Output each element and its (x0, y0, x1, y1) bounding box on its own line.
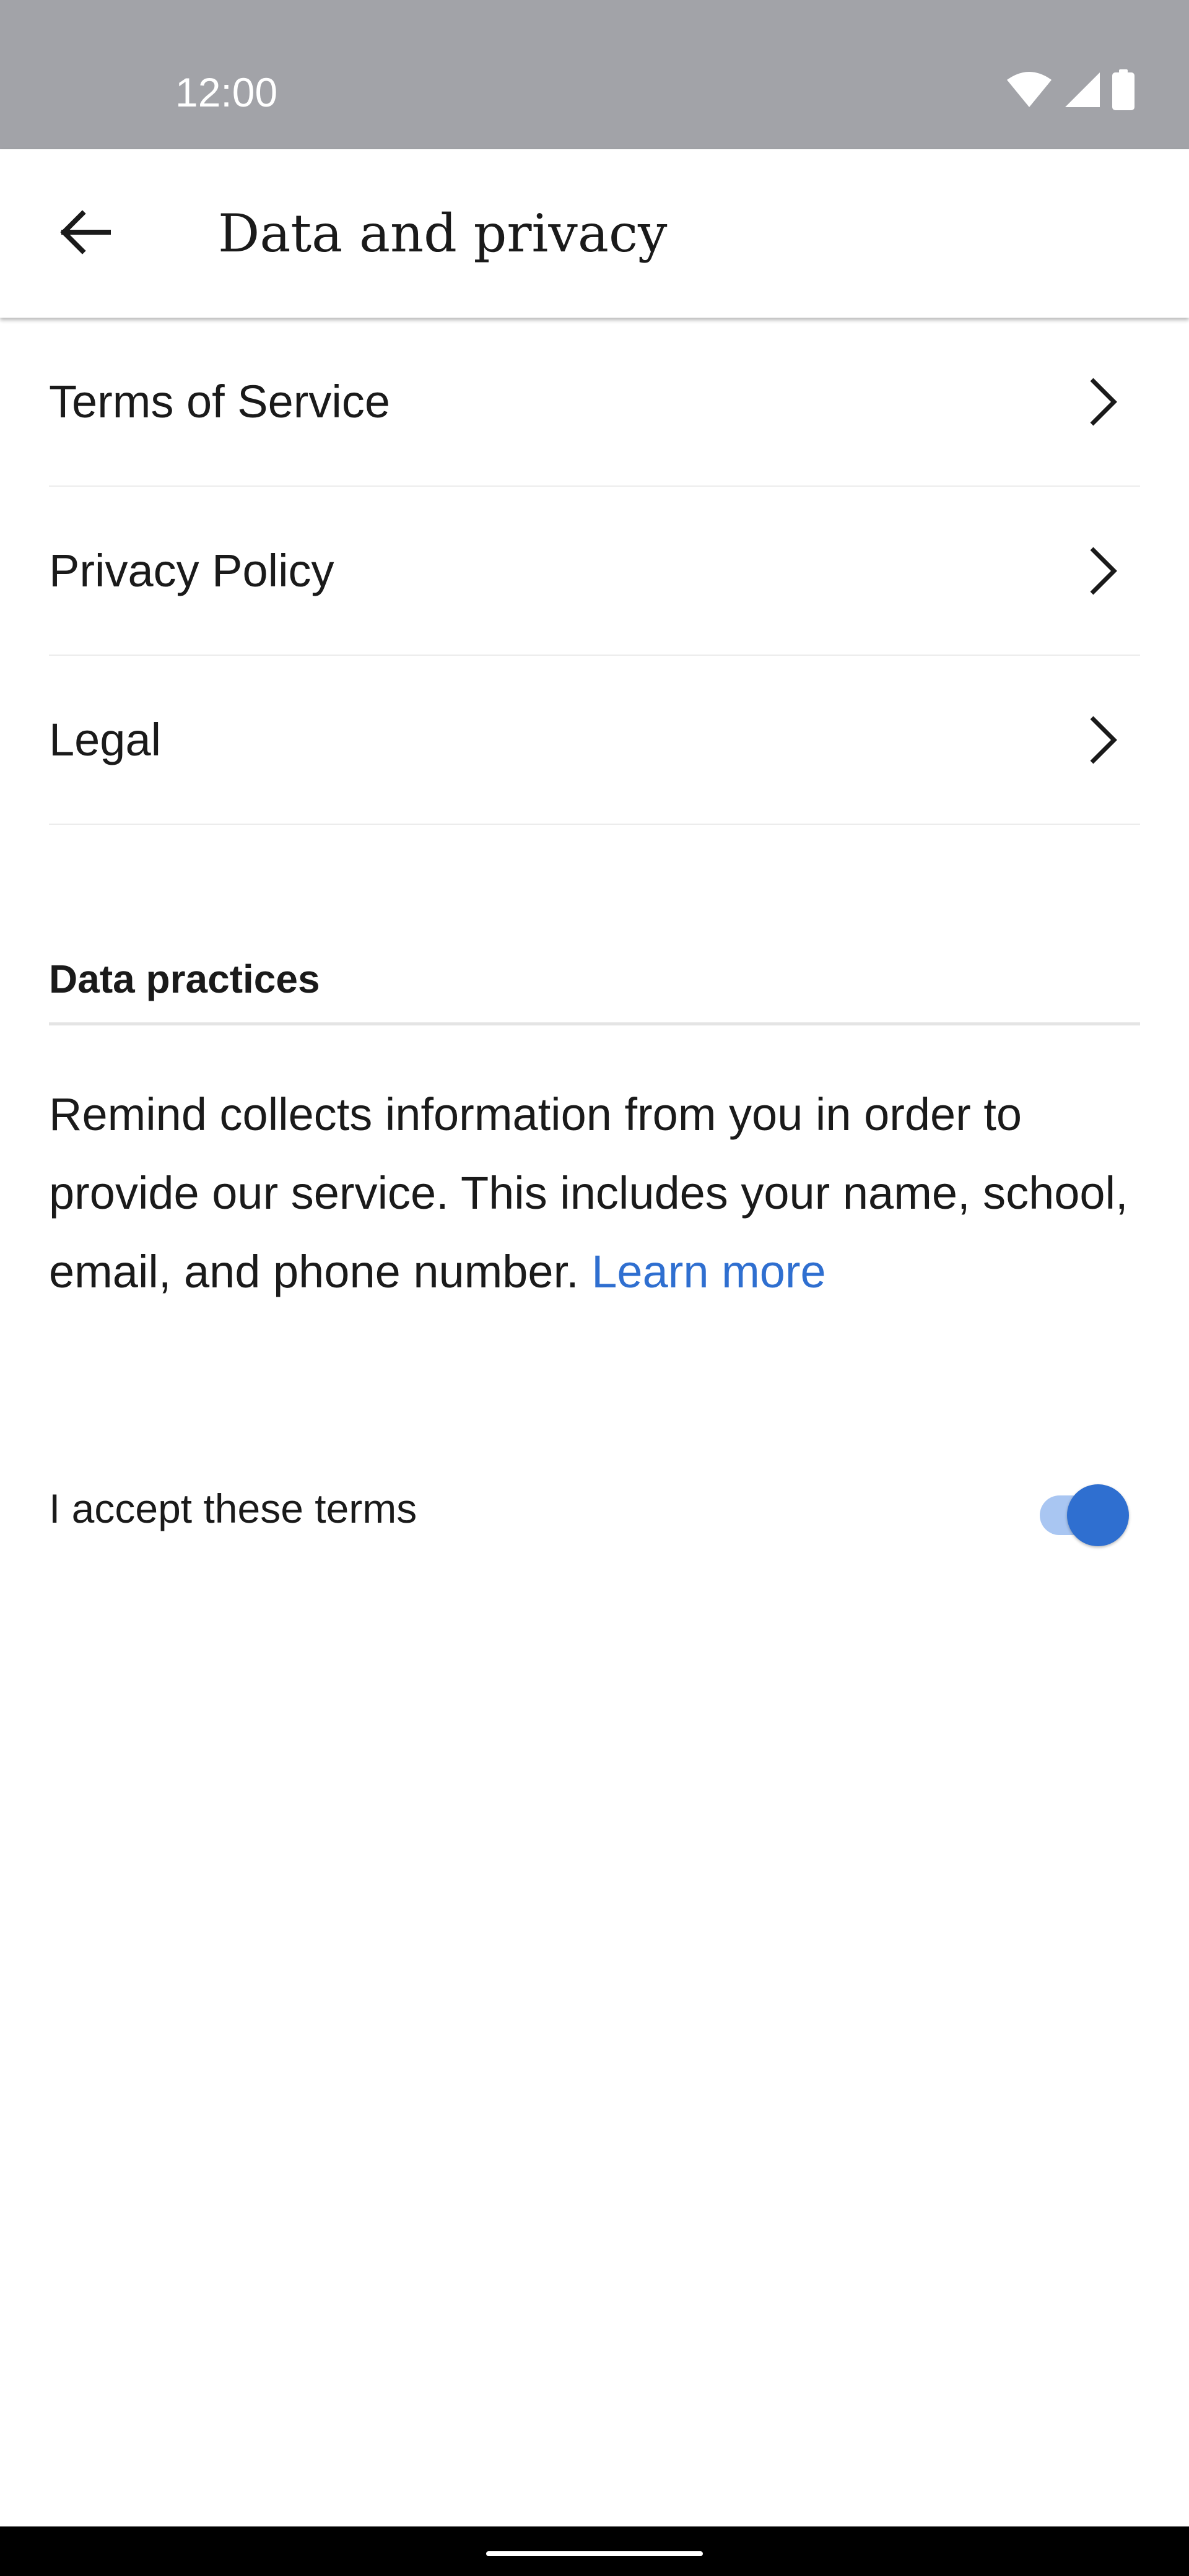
toggle-thumb (1067, 1484, 1129, 1546)
chevron-right-icon (1078, 709, 1128, 771)
battery-icon (1112, 69, 1135, 110)
legal-label: Legal (49, 714, 162, 765)
home-indicator[interactable] (486, 2551, 703, 2556)
chevron-right-icon (1078, 371, 1128, 433)
data-practices-body: Remind collects information from you in … (49, 1089, 1128, 1297)
terms-of-service-row[interactable]: Terms of Service (49, 318, 1140, 487)
learn-more-link[interactable]: Learn more (591, 1246, 825, 1297)
chevron-right-icon (1078, 540, 1128, 602)
links-list: Terms of Service Privacy Policy Legal (0, 318, 1189, 825)
navigation-bar (0, 2526, 1189, 2576)
status-time: 12:00 (175, 69, 278, 115)
legal-row[interactable]: Legal (49, 656, 1140, 825)
app-bar: Data and privacy (0, 149, 1189, 318)
status-bar: 12:00 (0, 0, 1189, 149)
terms-of-service-label: Terms of Service (49, 376, 391, 427)
section-title: Data practices (49, 957, 320, 1001)
cellular-signal-icon (1064, 71, 1101, 108)
status-icons (1006, 69, 1135, 110)
privacy-policy-row[interactable]: Privacy Policy (49, 487, 1140, 656)
accept-terms-toggle[interactable] (1035, 1478, 1131, 1546)
accept-terms-label: I accept these terms (49, 1486, 417, 1531)
back-button[interactable] (48, 196, 122, 271)
data-practices-header: Data practices (49, 946, 1140, 1025)
accept-terms-row: I accept these terms (49, 1455, 1140, 1560)
arrow-back-icon (59, 209, 111, 258)
page-title: Data and privacy (218, 203, 668, 264)
wifi-icon (1006, 71, 1053, 108)
privacy-policy-label: Privacy Policy (49, 545, 334, 596)
data-practices-text: Remind collects information from you in … (49, 1075, 1140, 1311)
